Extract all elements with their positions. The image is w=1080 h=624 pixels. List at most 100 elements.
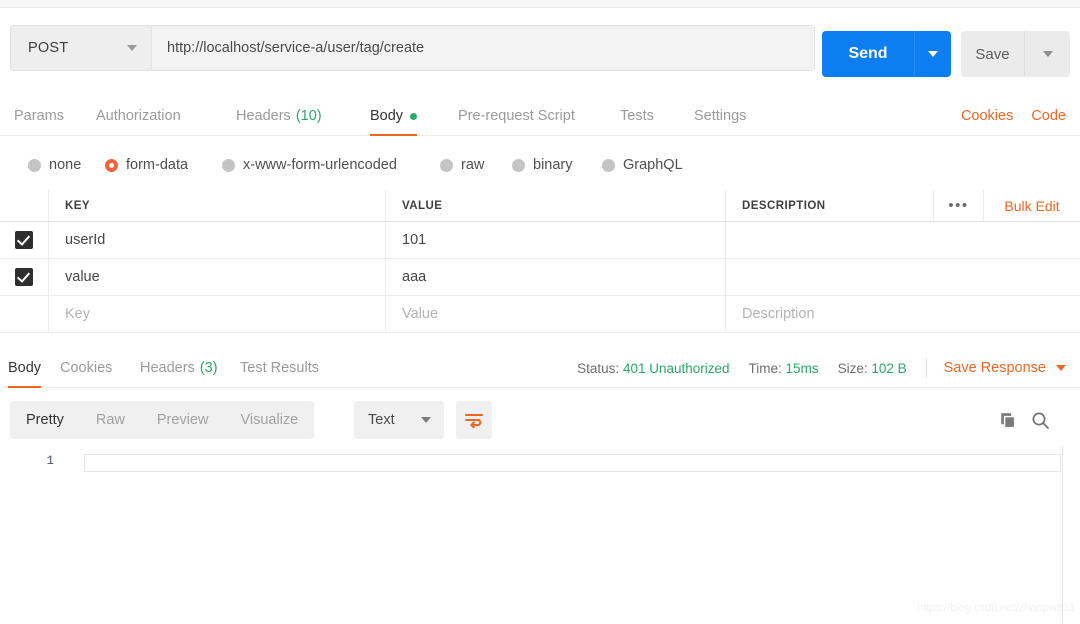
- radio-icon: [222, 158, 235, 172]
- response-body-editor[interactable]: 1 https://blog.csdn.net/zhaopw831: [0, 446, 1080, 624]
- row-key-placeholder: Key: [65, 306, 90, 322]
- tab-authorization[interactable]: Authorization: [96, 96, 181, 136]
- cookies-link[interactable]: Cookies: [961, 108, 1013, 124]
- url-input[interactable]: http://localhost/service-a/user/tag/crea…: [152, 25, 815, 71]
- body-type-raw[interactable]: raw: [440, 157, 484, 173]
- row-spacer-cell: [933, 296, 983, 332]
- response-tab-headers-count: (3): [199, 360, 218, 376]
- send-button-label: Send: [848, 45, 888, 62]
- response-view-pretty[interactable]: Pretty: [10, 412, 80, 428]
- body-modified-dot-icon: [410, 112, 418, 120]
- response-tab-body-label: Body: [8, 360, 42, 376]
- copy-response-button[interactable]: [994, 401, 1022, 439]
- tab-pre-request-script[interactable]: Pre-request Script: [458, 96, 575, 136]
- watermark-text: https://blog.csdn.net/zhaopw831: [917, 602, 1075, 614]
- row-value-placeholder: Value: [402, 306, 439, 322]
- row-checkbox-cell[interactable]: [0, 259, 48, 295]
- size-label: Size:: [837, 360, 868, 376]
- tab-params-label: Params: [14, 108, 64, 124]
- wrap-text-button[interactable]: [456, 401, 492, 439]
- response-view-switcher: Pretty Raw Preview Visualize: [10, 401, 315, 439]
- time-label: Time:: [748, 360, 782, 376]
- response-view-visualize[interactable]: Visualize: [224, 412, 314, 428]
- table-options-cell[interactable]: •••: [933, 190, 983, 221]
- radio-icon: [28, 158, 41, 172]
- save-response-button[interactable]: Save Response: [944, 360, 1066, 376]
- send-button[interactable]: Send: [822, 31, 914, 77]
- request-tabs: Params Authorization Headers (10) Body P…: [0, 96, 1080, 136]
- tab-body-label: Body: [370, 108, 404, 124]
- http-method-label: POST: [28, 40, 69, 56]
- row-key-value: value: [65, 269, 100, 285]
- status-label: Status:: [577, 360, 620, 376]
- response-tab-headers-label: Headers: [140, 360, 195, 376]
- row-checkbox-cell[interactable]: [0, 296, 48, 332]
- header-select-all-cell: [0, 190, 48, 221]
- send-options-button[interactable]: [914, 31, 951, 77]
- response-format-select[interactable]: Text: [354, 401, 444, 439]
- response-tab-cookies-label: Cookies: [60, 360, 113, 376]
- row-checkbox-cell[interactable]: [0, 222, 48, 258]
- tab-pre-request-script-label: Pre-request Script: [458, 108, 575, 124]
- tab-active-underline: [370, 134, 418, 136]
- row-description-cell[interactable]: Description: [725, 296, 933, 332]
- wrap-text-icon: [465, 414, 483, 428]
- code-link[interactable]: Code: [1031, 108, 1066, 124]
- body-type-form-data[interactable]: form-data: [105, 157, 188, 173]
- response-tab-headers[interactable]: Headers (3): [140, 348, 218, 388]
- radio-icon: [602, 158, 615, 172]
- row-key-value: userId: [65, 232, 106, 248]
- bulk-edit-cell[interactable]: Bulk Edit: [983, 190, 1080, 221]
- body-type-raw-label: raw: [461, 157, 485, 173]
- postman-request-window: POST http://localhost/service-a/user/tag…: [0, 0, 1080, 624]
- row-spacer-cell: [933, 222, 983, 258]
- response-tab-cookies[interactable]: Cookies: [60, 348, 112, 388]
- radio-icon: [512, 158, 525, 172]
- response-tab-test-results[interactable]: Test Results: [240, 348, 319, 388]
- header-description-cell: DESCRIPTION: [725, 190, 933, 221]
- tab-headers-count: (10): [295, 108, 322, 124]
- tab-headers[interactable]: Headers (10): [236, 96, 322, 136]
- tab-params[interactable]: Params: [14, 96, 64, 136]
- row-key-cell[interactable]: value: [48, 259, 385, 295]
- table-row: userId 101: [0, 222, 1080, 259]
- size-value: 102 B: [871, 360, 907, 376]
- tab-settings[interactable]: Settings: [694, 96, 746, 136]
- line-number: 1: [46, 454, 54, 468]
- http-method-select[interactable]: POST: [10, 25, 152, 71]
- save-button[interactable]: Save: [961, 31, 1024, 77]
- response-tab-body[interactable]: Body: [8, 348, 42, 388]
- window-top-strip: [0, 0, 1080, 8]
- body-type-graphql[interactable]: GraphQL: [602, 157, 683, 173]
- body-type-graphql-label: GraphQL: [623, 157, 683, 173]
- save-options-button[interactable]: [1024, 31, 1070, 77]
- tab-body[interactable]: Body: [370, 96, 418, 136]
- response-view-preview[interactable]: Preview: [141, 412, 225, 428]
- row-checkbox-checked-icon[interactable]: [15, 268, 33, 286]
- row-value-cell[interactable]: aaa: [385, 259, 725, 295]
- row-key-cell[interactable]: Key: [48, 296, 385, 332]
- row-key-cell[interactable]: userId: [48, 222, 385, 258]
- response-tab-test-results-label: Test Results: [240, 360, 319, 376]
- response-body-line: [84, 454, 1061, 472]
- row-description-cell[interactable]: [725, 259, 933, 295]
- body-type-urlencoded[interactable]: x-www-form-urlencoded: [222, 157, 397, 173]
- row-value-value: 101: [402, 232, 427, 248]
- row-value-cell[interactable]: 101: [385, 222, 725, 258]
- body-type-binary[interactable]: binary: [512, 157, 573, 173]
- time-stat: Time: 15ms: [749, 361, 819, 376]
- row-description-cell[interactable]: [725, 222, 933, 258]
- header-description-label: DESCRIPTION: [742, 199, 826, 212]
- stats-divider: [925, 358, 927, 378]
- editor-scrollbar-track[interactable]: [1062, 446, 1063, 624]
- status-value: 401 Unauthorized: [622, 360, 730, 376]
- body-type-none[interactable]: none: [28, 157, 81, 173]
- response-view-raw[interactable]: Raw: [80, 412, 141, 428]
- row-value-cell[interactable]: Value: [385, 296, 725, 332]
- tab-tests[interactable]: Tests: [620, 96, 654, 136]
- response-format-label: Text: [368, 412, 395, 428]
- row-checkbox-checked-icon[interactable]: [15, 231, 33, 249]
- body-type-radio-group: none form-data x-www-form-urlencoded raw…: [0, 145, 1080, 185]
- radio-selected-icon: [105, 158, 118, 172]
- search-response-button[interactable]: [1026, 401, 1054, 439]
